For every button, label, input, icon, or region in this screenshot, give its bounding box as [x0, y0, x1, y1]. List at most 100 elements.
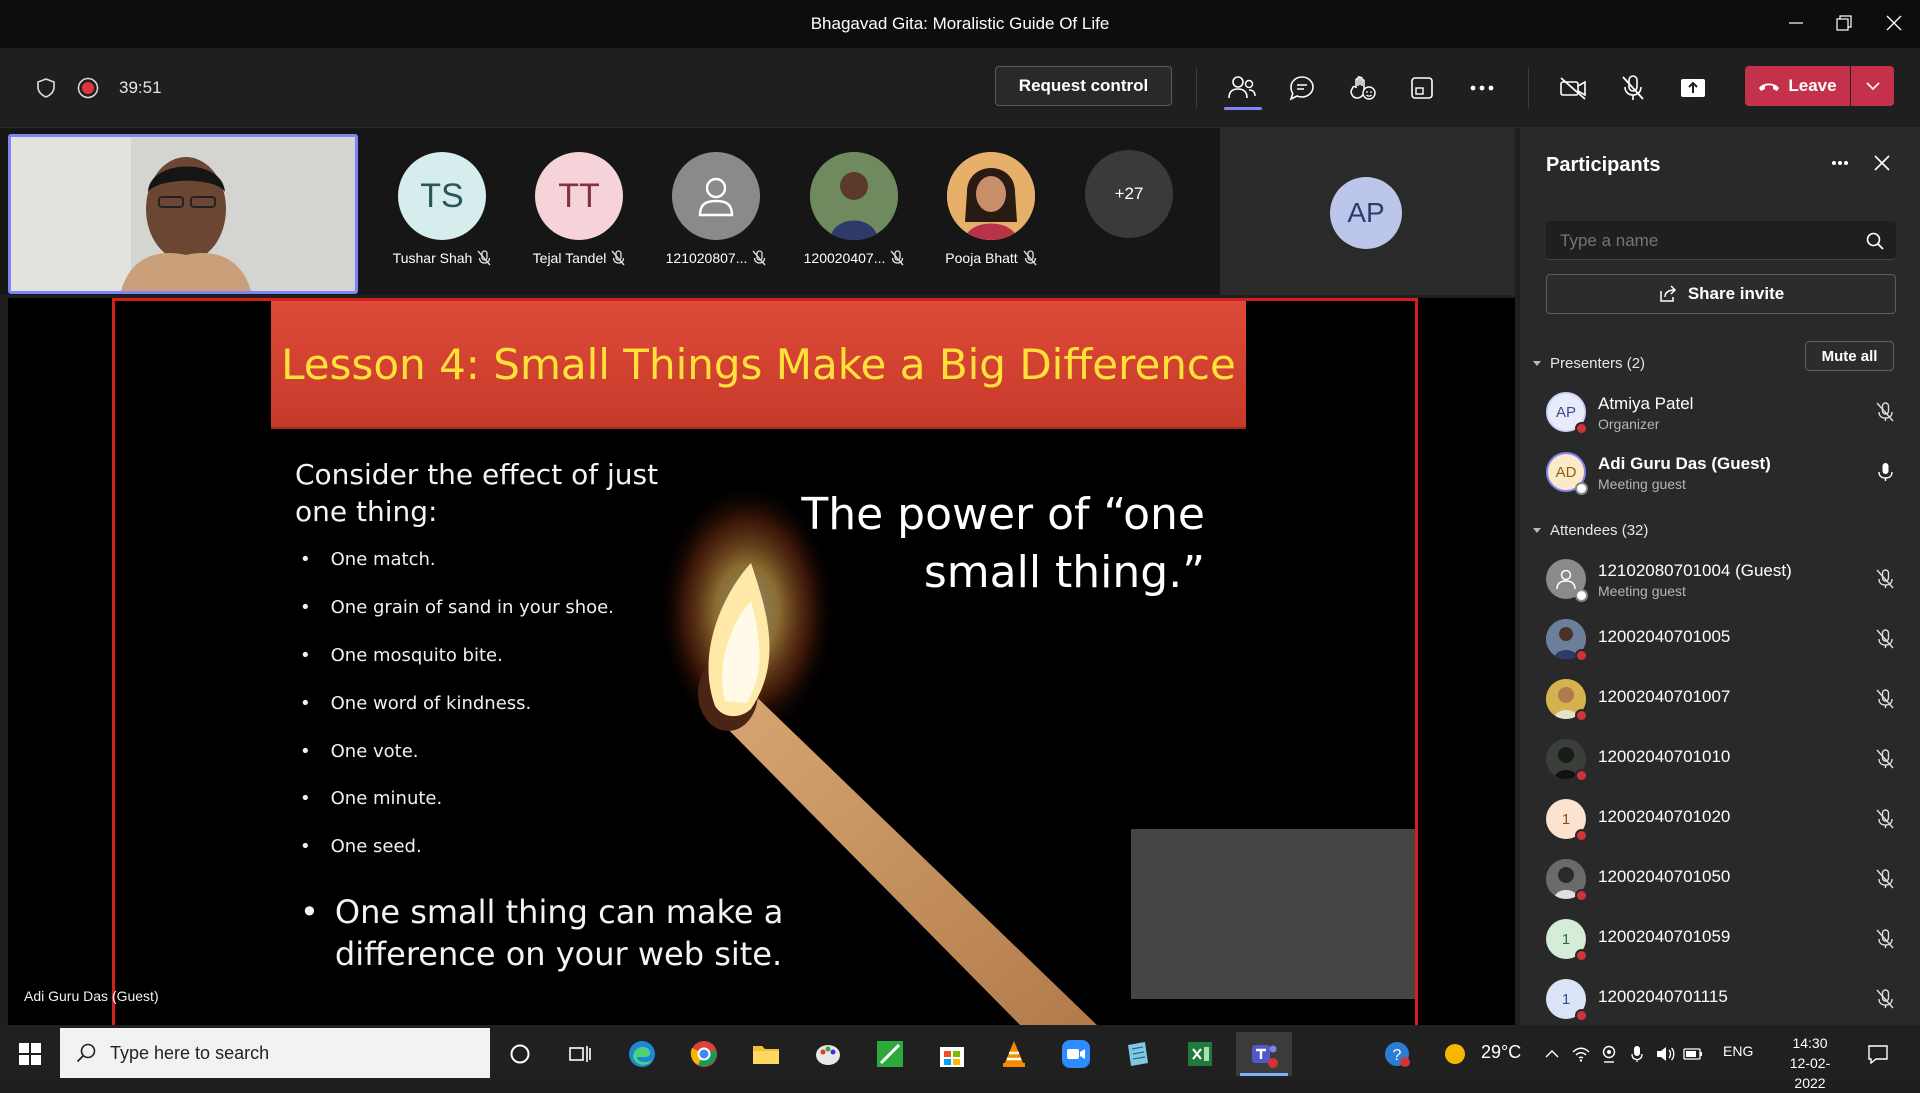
close-panel-button[interactable]	[1867, 148, 1897, 178]
leave-button[interactable]: Leave	[1745, 66, 1850, 106]
slide-title: Lesson 4: Small Things Make a Big Differ…	[281, 339, 1236, 389]
participants-button[interactable]	[1222, 68, 1262, 110]
teams-app-icon[interactable]	[1236, 1032, 1292, 1076]
start-button[interactable]	[8, 1032, 52, 1076]
share-content-button[interactable]	[1673, 68, 1713, 108]
mic-off-icon	[890, 250, 904, 266]
participant-tile[interactable]: 120020407...	[792, 152, 916, 266]
green-app-icon[interactable]	[868, 1032, 912, 1076]
slide-quote: The power of “one small thing.”	[801, 489, 1205, 598]
microsoft-store-icon[interactable]	[930, 1032, 974, 1076]
presence-busy-icon	[1575, 649, 1588, 662]
more-participants-button[interactable]: +27	[1085, 150, 1173, 238]
battery-icon[interactable]	[1680, 1032, 1706, 1076]
mic-off-icon	[1876, 569, 1894, 589]
request-control-button[interactable]: Request control	[995, 66, 1172, 106]
mic-toggle-button[interactable]	[1613, 68, 1653, 108]
speaker-video[interactable]	[8, 134, 358, 294]
mic-off-icon	[1876, 689, 1894, 709]
participant-row[interactable]: 1 12002040701020	[1546, 793, 1906, 845]
wifi-icon[interactable]	[1568, 1032, 1594, 1076]
close-icon	[1886, 15, 1902, 31]
participant-role: Meeting guest	[1598, 583, 1686, 599]
close-window-button[interactable]	[1874, 8, 1914, 38]
notifications-icon[interactable]	[1856, 1032, 1900, 1076]
spreadsheet-app-icon[interactable]	[1178, 1032, 1222, 1076]
microphone-tray-icon[interactable]	[1624, 1032, 1650, 1076]
tray-chevron-up-icon[interactable]	[1540, 1032, 1564, 1076]
camera-off-icon	[1560, 77, 1586, 100]
layout-icon	[1411, 77, 1433, 99]
presence-busy-icon	[1575, 829, 1588, 842]
slide-intro-text: Consider the effect of just one thing:	[295, 458, 659, 528]
volume-icon[interactable]	[1652, 1032, 1678, 1076]
participant-name: 120020407...	[803, 250, 886, 266]
help-icon[interactable]: ?	[1375, 1032, 1419, 1076]
participant-name: 12002040701115	[1598, 987, 1728, 1006]
presence-busy-icon	[1575, 709, 1588, 722]
participant-search-input[interactable]	[1546, 221, 1846, 260]
chevron-down-icon	[1865, 82, 1880, 90]
edge-browser-icon[interactable]	[620, 1032, 664, 1076]
view-button[interactable]	[1402, 68, 1442, 108]
reactions-button[interactable]	[1342, 68, 1382, 108]
participant-tile[interactable]: TT Tejal Tandel	[517, 152, 641, 266]
mute-all-button[interactable]: Mute all	[1805, 341, 1894, 371]
participant-name: 12002040701050	[1598, 867, 1731, 886]
presence-busy-icon	[1575, 422, 1588, 435]
participant-row[interactable]: 12002040701007	[1546, 673, 1906, 725]
slide-bullet: One word of kindness.	[300, 679, 614, 727]
zoom-app-icon[interactable]	[1054, 1032, 1098, 1076]
participant-row[interactable]: 12002040701010	[1546, 733, 1906, 785]
chat-button[interactable]	[1282, 68, 1322, 108]
slide-title-banner: Lesson 4: Small Things Make a Big Differ…	[271, 301, 1246, 429]
task-view-icon[interactable]	[558, 1032, 602, 1076]
mic-off-icon	[477, 250, 491, 266]
participant-row[interactable]: 1 12002040701059	[1546, 913, 1906, 965]
participant-row[interactable]: 12002040701005	[1546, 613, 1906, 665]
participant-name: Pooja Bhatt	[945, 250, 1018, 266]
slide-bullet: One minute.	[300, 775, 614, 823]
meeting-timer: 39:51	[119, 78, 162, 97]
participant-row[interactable]: AD Adi Guru Das (Guest) Meeting guest	[1546, 446, 1906, 498]
attendees-section-toggle[interactable]: Attendees (32)	[1532, 522, 1648, 539]
panel-title: Participants	[1546, 154, 1661, 176]
clock[interactable]: 14:30 12-02-2022	[1775, 1033, 1845, 1093]
share-invite-button[interactable]: Share invite	[1546, 274, 1896, 314]
shared-screen: Lesson 4: Small Things Make a Big Differ…	[8, 298, 1515, 1025]
notepad-app-icon[interactable]	[1116, 1032, 1160, 1076]
panel-more-button[interactable]	[1825, 148, 1855, 178]
presenters-section-toggle[interactable]: Presenters (2)	[1532, 355, 1645, 372]
input-language[interactable]: ENG	[1723, 1043, 1753, 1059]
cortana-icon[interactable]	[498, 1032, 542, 1076]
participant-tile[interactable]: Pooja Bhatt	[929, 152, 1053, 266]
clock-date: 12-02-2022	[1789, 1055, 1831, 1091]
weather-sun-icon[interactable]	[1438, 1032, 1472, 1076]
participants-panel: Participants Share invite Presenters (2)…	[1520, 128, 1920, 1025]
leave-options-button[interactable]	[1851, 66, 1894, 106]
participant-row[interactable]: 1 12002040701115	[1546, 973, 1906, 1025]
vlc-player-icon[interactable]	[992, 1032, 1036, 1076]
avatar: TT	[535, 152, 623, 240]
paint-app-icon[interactable]	[806, 1032, 850, 1076]
search-icon[interactable]	[1864, 230, 1886, 252]
participant-tile[interactable]: TS Tushar Shah	[380, 152, 504, 266]
person-video-image	[11, 137, 355, 291]
participant-name: Adi Guru Das (Guest)	[1598, 454, 1771, 473]
camera-toggle-button[interactable]	[1553, 68, 1593, 108]
more-actions-button[interactable]	[1462, 68, 1502, 108]
slide-bullet: One grain of sand in your shoe.	[300, 584, 614, 632]
presenter-tile[interactable]: AP	[1220, 128, 1515, 295]
participant-tile[interactable]: 121020807...	[654, 152, 778, 266]
mic-off-icon	[1622, 75, 1644, 100]
chrome-browser-icon[interactable]	[682, 1032, 726, 1076]
participant-row[interactable]: AP Atmiya Patel Organizer	[1546, 386, 1906, 438]
taskbar-search[interactable]: Type here to search	[60, 1028, 490, 1078]
participant-row[interactable]: 12102080701004 (Guest) Meeting guest	[1546, 553, 1906, 605]
file-explorer-icon[interactable]	[744, 1032, 788, 1076]
minimize-button[interactable]	[1776, 8, 1816, 38]
mic-off-icon	[1023, 250, 1037, 266]
restore-button[interactable]	[1824, 8, 1864, 38]
webcam-tray-icon[interactable]	[1596, 1032, 1622, 1076]
participant-row[interactable]: 12002040701050	[1546, 853, 1906, 905]
